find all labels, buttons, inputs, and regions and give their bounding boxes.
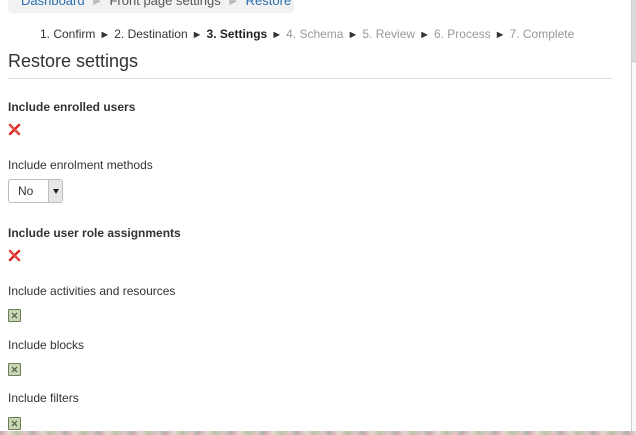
breadcrumb-item-restore[interactable]: Restore [246, 0, 292, 8]
green-check-icon [8, 309, 21, 322]
breadcrumb-separator: ► [90, 0, 104, 8]
step-arrow-icon: ► [494, 29, 506, 41]
step-arrow-icon: ► [191, 29, 203, 41]
enrolment-methods-select[interactable]: No [8, 179, 63, 203]
red-cross-icon [8, 123, 21, 136]
setting-label-enrolment-methods: Include enrolment methods [8, 158, 153, 172]
step-confirm: 1. Confirm [40, 27, 96, 41]
setting-label-role-assignments: Include user role assignments [8, 226, 181, 240]
step-complete: 7. Complete [509, 27, 575, 41]
step-arrow-icon: ► [419, 29, 430, 41]
step-settings: 3. Settings [206, 27, 268, 41]
breadcrumb-item-front-page-settings[interactable]: Front page settings [109, 0, 220, 8]
green-check-icon [8, 363, 21, 376]
enrolment-methods-select-value: No [18, 184, 34, 198]
red-cross-icon [8, 249, 21, 262]
step-schema: 4. Schema [286, 27, 344, 41]
step-process: 6. Process [433, 27, 491, 41]
chevron-down-icon [53, 189, 59, 194]
setting-label-enrolled-users: Include enrolled users [8, 100, 136, 114]
step-review: 5. Review [362, 27, 416, 41]
breadcrumb-separator: ► [226, 0, 240, 8]
page-background-strip [0, 431, 636, 435]
setting-label-filters: Include filters [8, 391, 79, 405]
breadcrumb-item-dashboard[interactable]: Dashboard [21, 0, 85, 8]
dropdown-arrow[interactable] [48, 180, 62, 202]
restore-progress-steps: 1. Confirm ► 2. Destination ► 3. Settings ► 4.… [40, 26, 574, 43]
green-check-icon [8, 417, 21, 430]
breadcrumb: Dashboard ► Front page settings ► Restore [8, 0, 294, 13]
step-arrow-icon: ► [347, 29, 359, 41]
step-arrow-icon: ► [271, 29, 283, 41]
title-divider [8, 78, 612, 79]
setting-label-activities: Include activities and resources [8, 284, 176, 298]
scrollbar-track[interactable] [631, 0, 636, 435]
page-title: Restore settings [8, 51, 139, 71]
setting-label-blocks: Include blocks [8, 338, 85, 352]
step-arrow-icon: ► [99, 29, 111, 41]
scrollbar-thumb[interactable] [632, 0, 636, 62]
step-destination: 2. Destination [114, 27, 188, 41]
